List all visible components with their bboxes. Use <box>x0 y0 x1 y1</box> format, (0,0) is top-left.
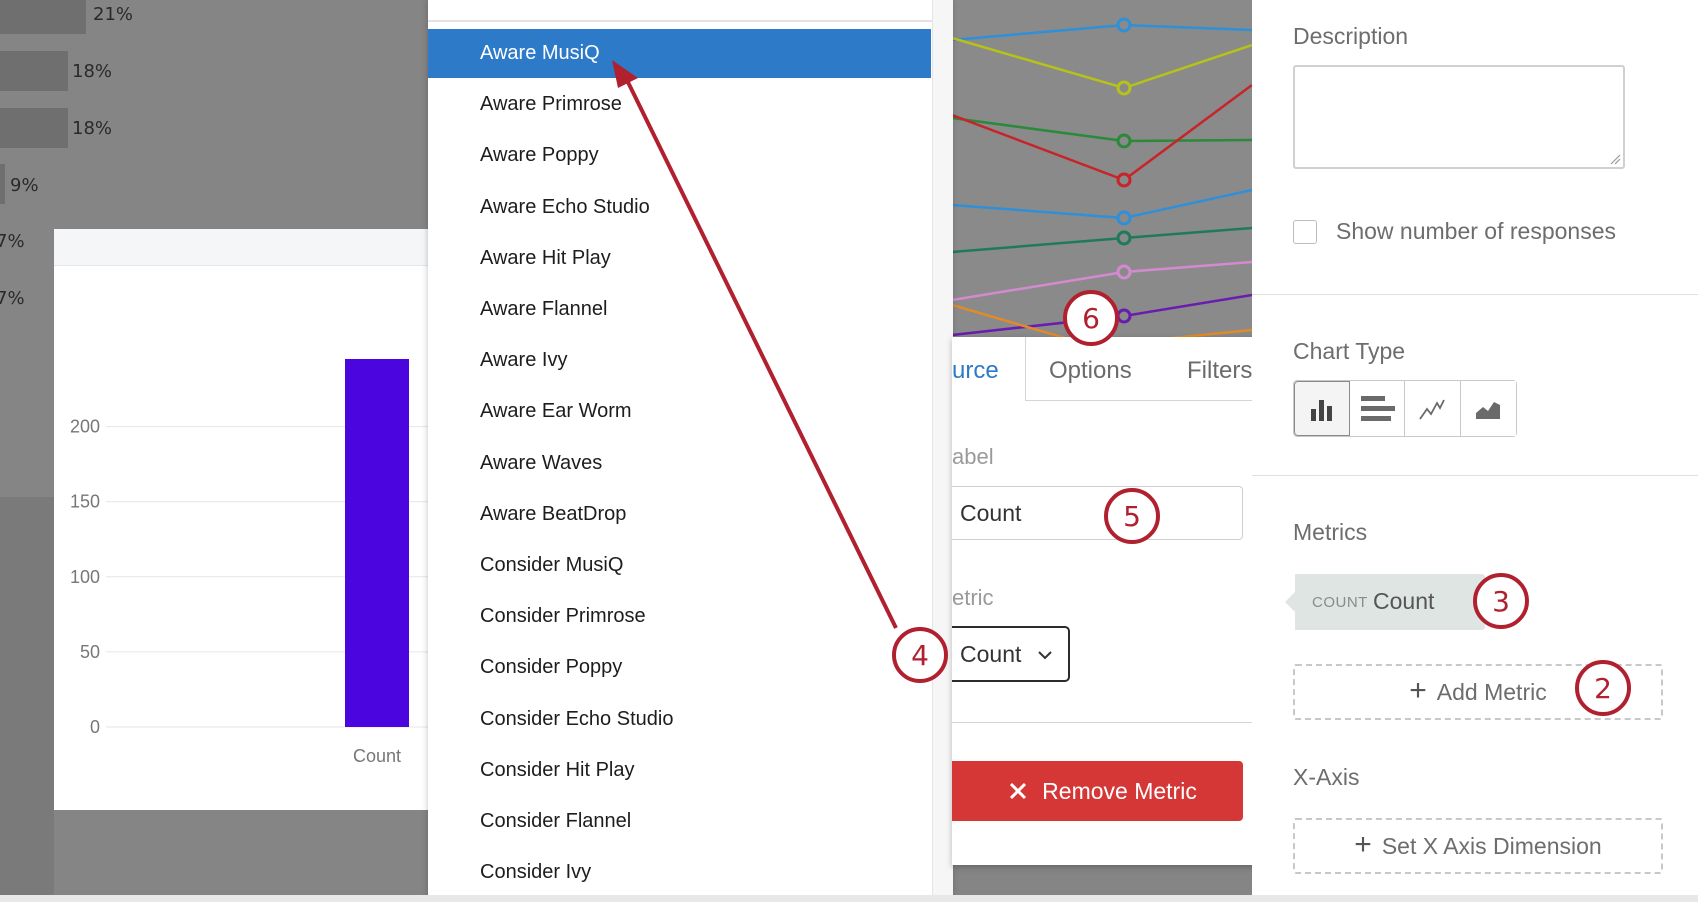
step-marker-5: 5 <box>1104 488 1160 544</box>
step-marker-2: 2 <box>1575 660 1631 716</box>
step-marker-3: 3 <box>1473 573 1529 629</box>
step-marker-6: 6 <box>1063 290 1119 346</box>
step-marker-4: 4 <box>892 627 948 683</box>
annotation-arrow <box>612 60 898 629</box>
